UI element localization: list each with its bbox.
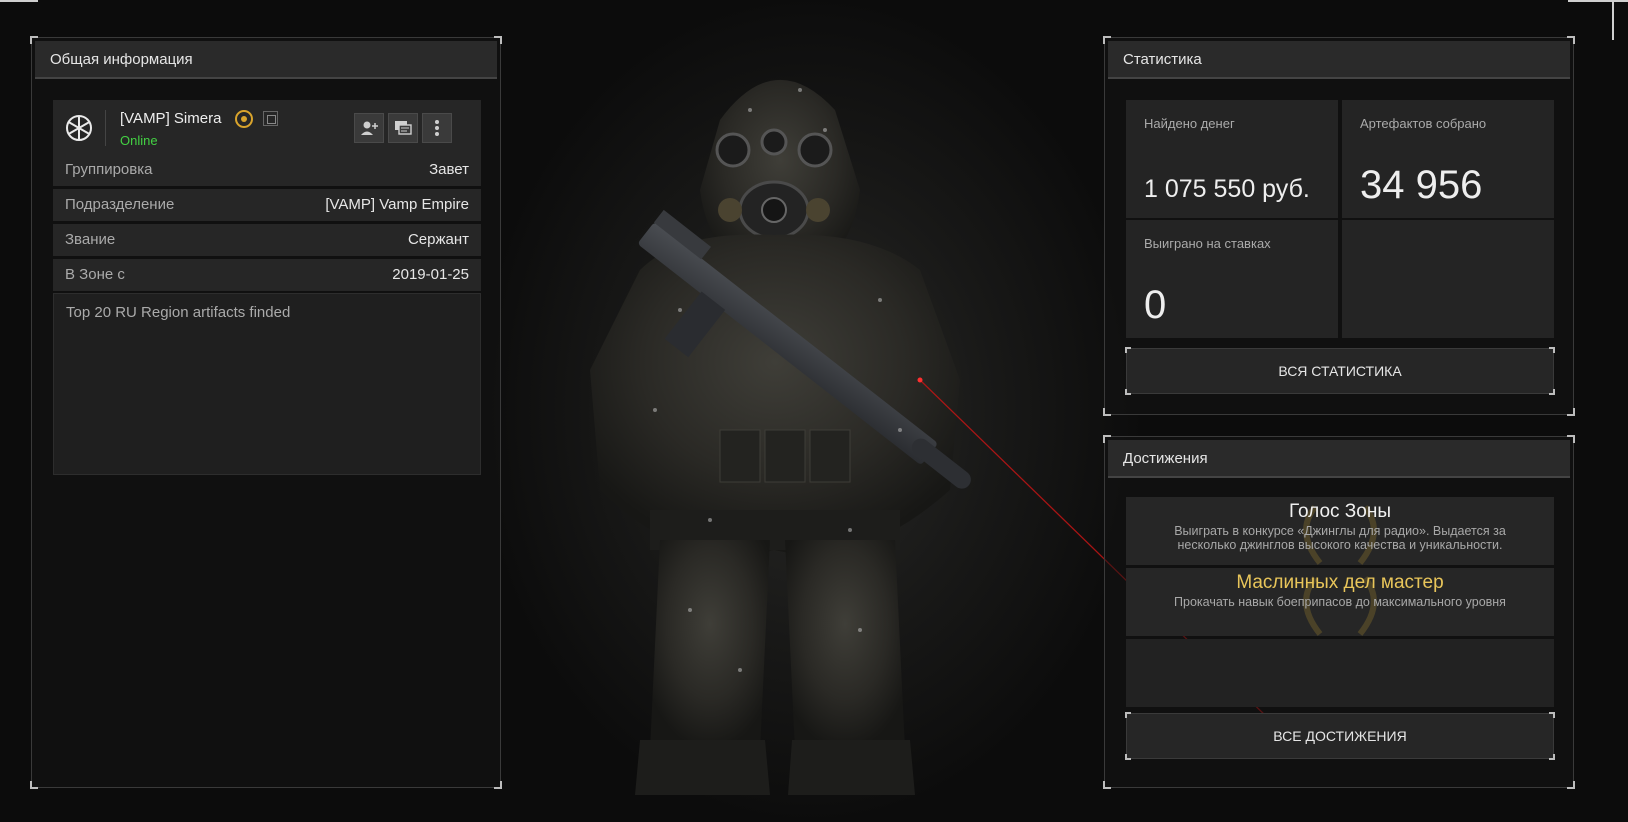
achievement-title: Маслинных дел мастер bbox=[1236, 572, 1444, 593]
all-achievements-label: ВСЕ ДОСТИЖЕНИЯ bbox=[1273, 728, 1407, 744]
info-key: Подразделение bbox=[65, 196, 175, 213]
achievement-item[interactable]: Маслинных дел мастер Прокачать навык бое… bbox=[1126, 568, 1554, 636]
top-right-edge bbox=[1568, 0, 1628, 2]
info-key: Группировка bbox=[65, 161, 153, 178]
achievement-description: Прокачать навык боеприпасов до максималь… bbox=[1174, 595, 1506, 609]
info-value[interactable]: [VAMP] Vamp Empire bbox=[325, 196, 469, 213]
achievement-title: Голос Зоны bbox=[1288, 501, 1391, 522]
character-model bbox=[590, 79, 971, 795]
rank-badge-icon bbox=[235, 110, 253, 128]
statistics-panel: Статистика Найдено денег 1 075 550 руб. … bbox=[1103, 36, 1575, 416]
stat-label: Артефактов собрано bbox=[1360, 116, 1487, 131]
info-key: В Зоне с bbox=[65, 266, 125, 283]
achievements-panel: Достижения Голос Зоны Выиграть в конкурс… bbox=[1103, 435, 1575, 789]
stat-artifacts: Артефактов собрано 34 956 bbox=[1342, 100, 1554, 218]
achievement-empty-slot bbox=[1126, 639, 1554, 707]
stat-value: 1 075 550 руб. bbox=[1144, 175, 1310, 203]
info-row-faction: Группировка Завет bbox=[53, 154, 481, 186]
info-row-unit: Подразделение [VAMP] Vamp Empire bbox=[53, 189, 481, 221]
stat-label: Выиграно на ставках bbox=[1144, 236, 1271, 251]
online-status: Online bbox=[120, 133, 158, 148]
profile-divider bbox=[105, 110, 106, 146]
stat-value: 34 956 bbox=[1360, 163, 1483, 207]
add-friend-button[interactable] bbox=[354, 113, 384, 143]
stat-label: Найдено денег bbox=[1144, 116, 1235, 131]
player-profile-card: [VAMP] Simera Online bbox=[53, 100, 481, 156]
general-info-title: Общая информация bbox=[35, 41, 497, 79]
more-vertical-icon bbox=[435, 120, 439, 136]
achievement-description: Выиграть в конкурсе «Джинглы для радио».… bbox=[1174, 524, 1506, 552]
info-row-joined: В Зоне с 2019-01-25 bbox=[53, 259, 481, 291]
right-edge-line bbox=[1612, 0, 1614, 40]
all-statistics-label: ВСЯ СТАТИСТИКА bbox=[1278, 363, 1402, 379]
player-name: [VAMP] Simera bbox=[120, 110, 222, 127]
achievements-title: Достижения bbox=[1108, 440, 1570, 478]
stat-bets: Выиграно на ставках 0 bbox=[1126, 220, 1338, 338]
player-bio: Top 20 RU Region artifacts finded bbox=[53, 293, 481, 475]
all-achievements-button[interactable]: ВСЕ ДОСТИЖЕНИЯ bbox=[1125, 712, 1555, 760]
info-row-rank: Звание Сержант bbox=[53, 224, 481, 256]
stat-empty bbox=[1342, 220, 1554, 338]
message-button[interactable] bbox=[388, 113, 418, 143]
info-value: Завет bbox=[429, 161, 469, 178]
all-statistics-button[interactable]: ВСЯ СТАТИСТИКА bbox=[1125, 347, 1555, 395]
more-options-button[interactable] bbox=[422, 113, 452, 143]
message-icon bbox=[395, 121, 412, 135]
stat-value: 0 bbox=[1144, 283, 1167, 327]
achievement-item[interactable]: Голос Зоны Выиграть в конкурсе «Джинглы … bbox=[1126, 497, 1554, 565]
scene-background: Общая информация [VAMP] Simera Online Гр… bbox=[0, 0, 1628, 822]
copy-icon[interactable] bbox=[263, 111, 278, 126]
info-value: Сержант bbox=[407, 231, 469, 248]
stat-money: Найдено денег 1 075 550 руб. bbox=[1126, 100, 1338, 218]
general-info-panel: Общая информация [VAMP] Simera Online Гр… bbox=[30, 36, 502, 789]
faction-logo-icon bbox=[66, 115, 92, 141]
statistics-title: Статистика bbox=[1108, 41, 1570, 79]
info-key: Звание bbox=[65, 231, 116, 248]
add-friend-icon bbox=[361, 121, 378, 135]
top-left-edge bbox=[0, 0, 38, 2]
info-value: 2019-01-25 bbox=[392, 266, 469, 283]
